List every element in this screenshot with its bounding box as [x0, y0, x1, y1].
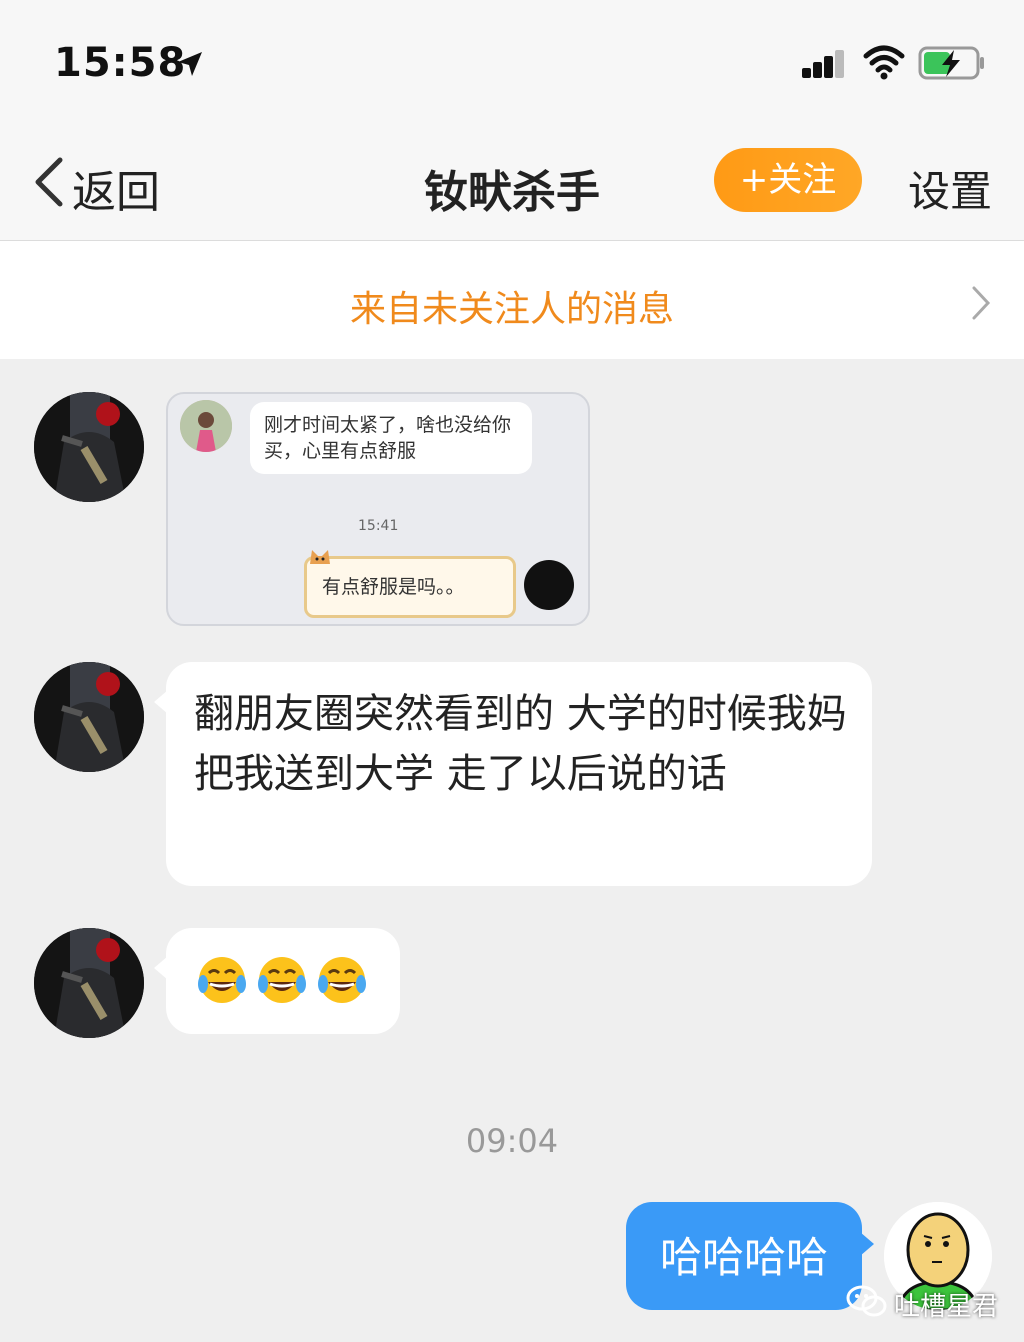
- inner-reply-text: 有点舒服是吗。。: [322, 576, 465, 598]
- avatar-image: [34, 928, 144, 1038]
- chevron-right-icon: [972, 286, 991, 320]
- avatar-image: [34, 662, 144, 772]
- emoji-message-bubble[interactable]: [154, 928, 400, 1034]
- inner-avatar: [180, 400, 232, 452]
- my-message-bubble[interactable]: 哈哈哈哈: [626, 1202, 874, 1310]
- cellular-signal-icon: [802, 50, 844, 78]
- location-arrow-icon: [178, 52, 202, 76]
- wifi-icon: [863, 45, 905, 80]
- inner-self-avatar: [524, 560, 574, 610]
- sender-avatar[interactable]: [34, 928, 144, 1038]
- text-message-bubble[interactable]: 翻朋友圈突然看到的 大学的时候我妈把我送到大学 走了以后说的话: [154, 662, 872, 886]
- face-with-tears-of-joy-icon: [258, 957, 306, 1003]
- avatar-image: [34, 392, 144, 502]
- inner-timestamp: 15:41: [358, 518, 399, 534]
- settings-button[interactable]: 设置: [908, 158, 992, 219]
- corgi-sticker-icon: [310, 550, 330, 564]
- chat-timestamp: 09:04: [465, 1122, 559, 1160]
- inner-message-text: 刚才时间太紧了，啥也没给你买，心里有点舒服: [264, 414, 512, 462]
- chat-title: 钕畎杀手: [424, 167, 600, 218]
- watermark-label: 吐槽星君: [894, 1292, 999, 1322]
- follow-button[interactable]: +关注: [714, 148, 862, 212]
- watermark: 吐槽星君: [846, 1282, 1006, 1322]
- message-text: 翻朋友圈突然看到的 大学的时候我妈把我送到大学 走了以后说的话: [194, 691, 847, 797]
- wechat-logo-icon: [846, 1285, 887, 1317]
- my-message-text: 哈哈哈哈: [659, 1233, 828, 1282]
- sender-avatar[interactable]: [34, 392, 144, 502]
- face-with-tears-of-joy-icon: [318, 957, 366, 1003]
- face-with-tears-of-joy-icon: [198, 957, 246, 1003]
- sender-avatar[interactable]: [34, 662, 144, 772]
- status-time: 15:58: [54, 40, 187, 86]
- battery-charging-icon: [918, 46, 984, 80]
- stranger-message-label: 来自未关注人的消息: [349, 289, 674, 330]
